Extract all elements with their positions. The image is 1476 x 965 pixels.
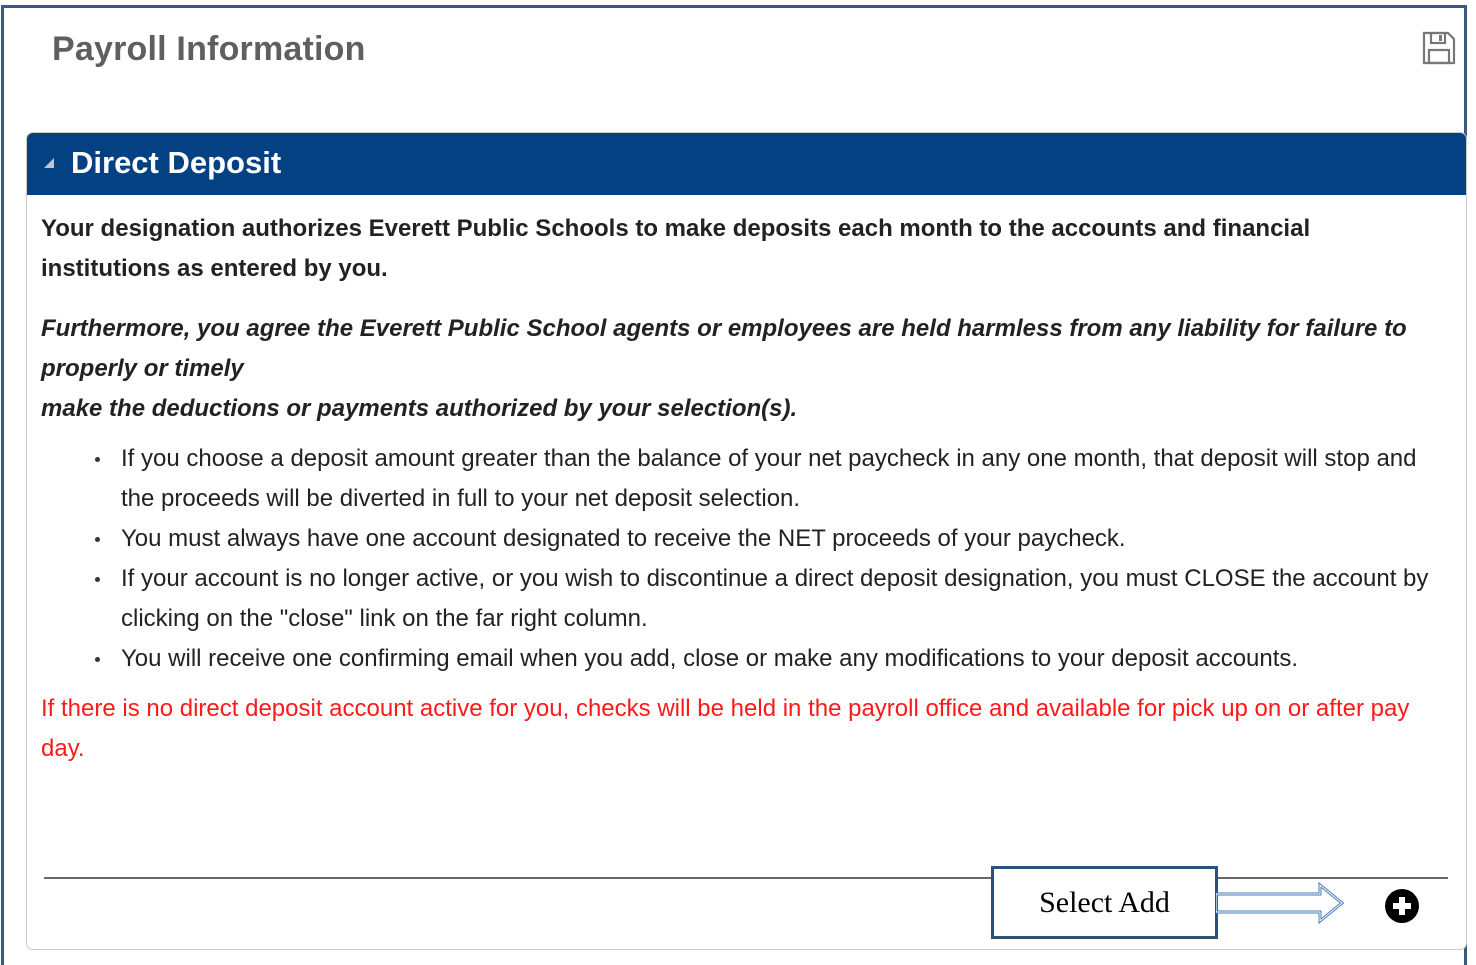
select-add-callout: Select Add <box>991 866 1218 939</box>
list-item: You will receive one confirming email wh… <box>95 639 1441 679</box>
direct-deposit-panel: Direct Deposit Your designation authoriz… <box>26 132 1467 950</box>
panel-header[interactable]: Direct Deposit <box>27 133 1466 195</box>
liability-paragraph: Furthermore, you agree the Everett Publi… <box>41 309 1441 429</box>
save-icon[interactable] <box>1421 30 1457 66</box>
list-item: You must always have one account designa… <box>95 519 1441 559</box>
page-title: Payroll Information <box>52 30 366 68</box>
authorization-paragraph: Your designation authorizes Everett Publ… <box>41 215 1311 282</box>
right-arrow-icon <box>1216 881 1344 925</box>
list-item: If you choose a deposit amount greater t… <box>95 439 1441 519</box>
callout-label: Select Add <box>1039 885 1170 919</box>
liability-line-1: Furthermore, you agree the Everett Publi… <box>41 315 1407 382</box>
liability-line-2: make the deductions or payments authoriz… <box>41 395 798 422</box>
notes-list: If you choose a deposit amount greater t… <box>41 439 1441 679</box>
plus-circle-icon[interactable] <box>1384 888 1420 924</box>
panel-content: Your designation authorizes Everett Publ… <box>41 209 1441 769</box>
list-item: If your account is no longer active, or … <box>95 559 1441 639</box>
panel-title: Direct Deposit <box>71 145 282 180</box>
triangle-collapse-icon[interactable] <box>42 156 56 170</box>
no-deposit-warning: If there is no direct deposit account ac… <box>41 695 1410 762</box>
